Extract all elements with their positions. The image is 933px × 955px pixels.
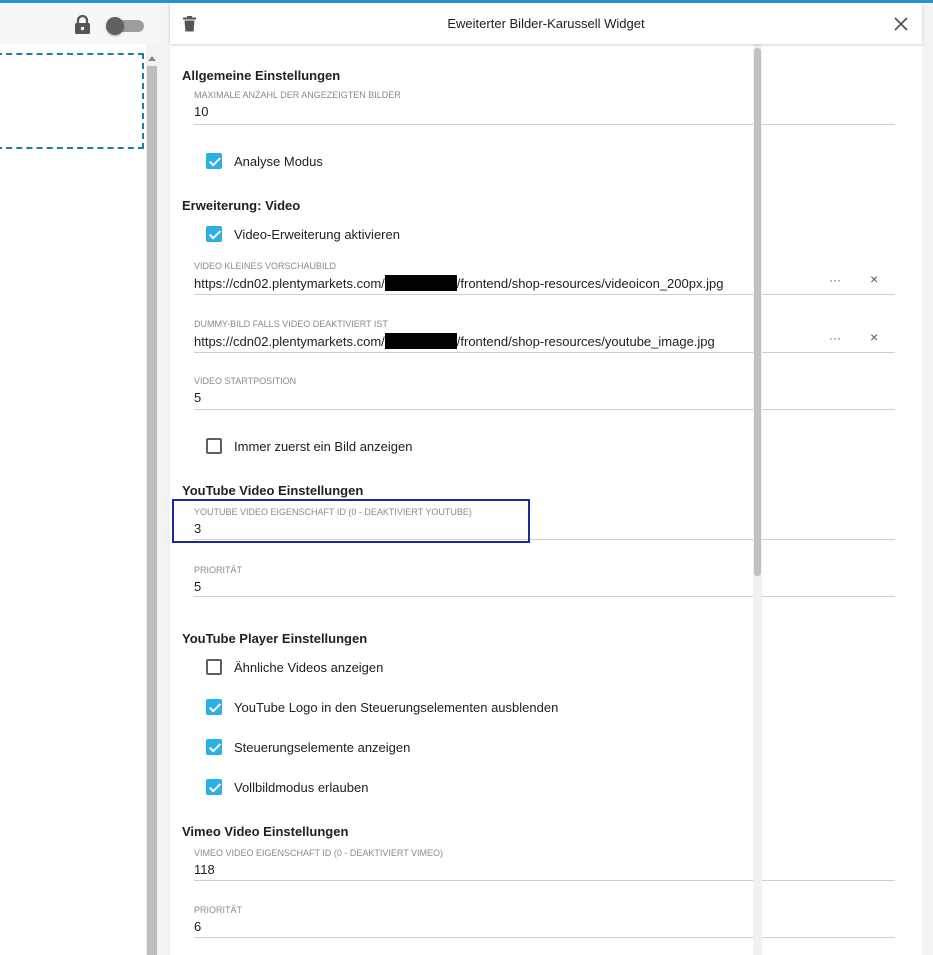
- field-label: PRIORITÄT: [194, 905, 243, 915]
- field-value: https://cdn02.plentymarkets.com/ /fronten…: [194, 333, 715, 349]
- more-options-icon[interactable]: ···: [829, 273, 841, 287]
- redacted-block: [384, 275, 457, 291]
- preview-scrollbar[interactable]: [146, 54, 158, 955]
- panel-scrollbar[interactable]: [753, 44, 762, 955]
- toggle-knob: [106, 17, 124, 35]
- field-value: 118: [194, 862, 215, 877]
- checkbox-label: Vollbildmodus erlauben: [234, 779, 369, 795]
- field-value: https://cdn02.plentymarkets.com/ /fronten…: [194, 275, 723, 291]
- similar-videos-checkbox[interactable]: Ähnliche Videos anzeigen: [206, 658, 383, 676]
- hide-logo-checkbox[interactable]: YouTube Logo in den Steuerungselementen …: [206, 698, 558, 716]
- max-images-field[interactable]: MAXIMALE ANZAHL DER ANGEZEIGTEN BILDER 1…: [194, 90, 895, 125]
- section-youtube-player: YouTube Player Einstellungen: [182, 631, 368, 646]
- edit-mode-toggle[interactable]: [106, 17, 144, 35]
- url-suffix: /frontend/shop-resources/videoicon_200px…: [456, 276, 724, 291]
- checkbox-label: YouTube Logo in den Steuerungselementen …: [234, 699, 559, 715]
- show-controls-checkbox[interactable]: Steuerungselemente anzeigen: [206, 738, 410, 756]
- checkbox-checked-icon: [206, 153, 222, 169]
- field-label: DUMMY-BILD FALLS VIDEO DEAKTIVIERT IST: [194, 319, 388, 329]
- field-label: VIMEO VIDEO EIGENSCHAFT ID (0 - DEAKTIVI…: [194, 848, 444, 858]
- youtube-priority-field[interactable]: PRIORITÄT 5: [194, 565, 895, 597]
- checkbox-label: Immer zuerst ein Bild anzeigen: [234, 438, 413, 454]
- section-video: Erweiterung: Video: [182, 198, 301, 213]
- analyse-mode-checkbox[interactable]: Analyse Modus: [206, 152, 323, 170]
- checkbox-label: Video-Erweiterung aktivieren: [234, 226, 400, 242]
- video-extension-checkbox[interactable]: Video-Erweiterung aktivieren: [206, 225, 400, 243]
- scrollbar-thumb[interactable]: [147, 66, 157, 955]
- checkbox-checked-icon: [206, 226, 222, 242]
- panel-header: Eweiterter Bilder-Karussell Widget: [170, 3, 922, 44]
- lock-icon[interactable]: [74, 15, 91, 35]
- checkbox-label: Analyse Modus: [234, 153, 323, 169]
- scrollbar-thumb[interactable]: [754, 48, 761, 576]
- field-label: VIDEO KLEINES VORSCHAUBILD: [194, 261, 337, 271]
- fullscreen-checkbox[interactable]: Vollbildmodus erlauben: [206, 778, 368, 796]
- field-value: 10: [194, 104, 209, 119]
- widget-settings-panel: Eweiterter Bilder-Karussell Widget Allge…: [170, 3, 922, 955]
- section-general: Allgemeine Einstellungen: [182, 68, 341, 83]
- checkbox-checked-icon: [206, 699, 222, 715]
- clear-icon[interactable]: ×: [870, 271, 878, 287]
- dummy-image-field[interactable]: DUMMY-BILD FALLS VIDEO DEAKTIVIERT IST h…: [194, 319, 895, 353]
- vimeo-property-field[interactable]: VIMEO VIDEO EIGENSCHAFT ID (0 - DEAKTIVI…: [194, 848, 895, 881]
- image-first-checkbox[interactable]: Immer zuerst ein Bild anzeigen: [206, 437, 412, 455]
- url-prefix: https://cdn02.plentymarkets.com/: [194, 276, 385, 291]
- close-icon[interactable]: [894, 17, 908, 31]
- url-suffix: /frontend/shop-resources/youtube_image.j…: [456, 334, 715, 349]
- field-label: VIDEO STARTPOSITION: [194, 376, 297, 386]
- vimeo-priority-field[interactable]: PRIORITÄT 6: [194, 905, 895, 938]
- checkbox-unchecked-icon: [206, 659, 222, 675]
- redacted-block: [384, 333, 457, 349]
- field-value: 6: [194, 919, 202, 934]
- url-prefix: https://cdn02.plentymarkets.com/: [194, 334, 385, 349]
- section-vimeo: Vimeo Video Einstellungen: [182, 824, 349, 839]
- checkbox-label: Ähnliche Videos anzeigen: [234, 659, 384, 675]
- settings-form: Allgemeine Einstellungen MAXIMALE ANZAHL…: [170, 44, 922, 955]
- shop-preview: [0, 44, 146, 955]
- clear-icon[interactable]: ×: [870, 329, 878, 345]
- scroll-up-icon[interactable]: [148, 56, 156, 61]
- panel-title: Eweiterter Bilder-Karussell Widget: [447, 16, 645, 31]
- selected-widget-outline[interactable]: [0, 53, 144, 149]
- field-value: 5: [194, 390, 202, 405]
- section-youtube-video: YouTube Video Einstellungen: [182, 483, 364, 498]
- highlight-box: [172, 499, 530, 543]
- checkbox-label: Steuerungselemente anzeigen: [234, 739, 411, 755]
- video-thumbnail-field[interactable]: VIDEO KLEINES VORSCHAUBILD https://cdn02…: [194, 261, 895, 295]
- field-label: PRIORITÄT: [194, 565, 243, 575]
- field-label: MAXIMALE ANZAHL DER ANGEZEIGTEN BILDER: [194, 90, 401, 100]
- checkbox-checked-icon: [206, 739, 222, 755]
- checkbox-checked-icon: [206, 779, 222, 795]
- left-toolbar: [0, 3, 160, 44]
- video-start-field[interactable]: VIDEO STARTPOSITION 5: [194, 376, 895, 410]
- checkbox-unchecked-icon: [206, 438, 222, 454]
- field-value: 5: [194, 579, 202, 594]
- more-options-icon[interactable]: ···: [829, 331, 841, 345]
